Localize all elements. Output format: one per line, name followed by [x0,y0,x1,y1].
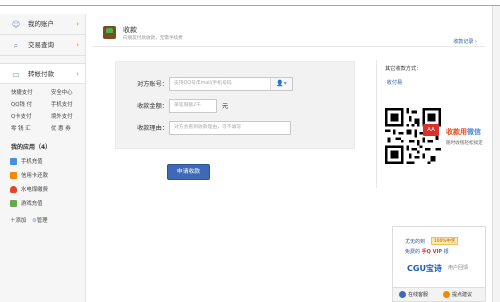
scrollbar[interactable] [492,6,500,302]
amount-label: 收款金额： [137,103,168,110]
feedback-label: 提点建议 [452,292,473,298]
lightbulb-icon [443,291,450,298]
sub-links: 快捷支付 安全中心 QQ钱 付 手机支付 Q卡支付 境外支付 零 钱 汇 优 惠… [0,84,85,132]
link-overseas-pay[interactable]: 境外支付 [51,112,91,120]
sidebar-item-my-account[interactable]: ☺ 我的账户 › [0,14,85,35]
divider [376,60,377,188]
top-bar [0,0,500,6]
collection-form: 对方账号： 支持QQ号/Email/手机号码 👤▾ 收款金额： 单笔限额2千 元… [115,61,355,149]
amount-input[interactable]: 单笔限额2千 [169,99,217,113]
promo-line-2-vip: 手Q VIP [421,249,442,255]
promo-line-2-a: 免费的 [405,249,421,255]
add-app-button[interactable]: ＋添加 [10,218,26,224]
card-icon: ▭ [12,70,20,79]
feedback-button[interactable]: 提点建议 [443,291,472,299]
link-security-center[interactable]: 安全中心 [51,88,91,96]
promo-logo: CGU宝诗 [407,264,442,273]
collection-records-link[interactable]: 收款记录 › [453,38,477,45]
promo-tag: 用户回馈 [448,265,469,271]
link-qq-pay[interactable]: QQ钱 付 [11,100,51,108]
promo-box: 尤无的到 100%中奖 免费的 手Q VIP 银 CGU宝诗 用户回馈 在线客服… [392,226,486,302]
wallet-icon [103,26,116,39]
account-input[interactable]: 支持QQ号/Email/手机号码 👤▾ [169,77,293,91]
headset-icon [399,291,406,298]
app-label: 游戏充值 [21,201,43,207]
aa-badge: AA [423,124,439,136]
account-label: 对方账号： [137,81,168,88]
reason-placeholder: 对方会看到收款理由，可不填写 [174,125,242,130]
link-mobile-pay[interactable]: 手机支付 [51,100,91,108]
wechat-collect-brand: 收款用微信 [446,127,481,137]
app-label: 信用卡还款 [21,173,48,179]
credit-card-icon [10,172,17,179]
link-change-remit[interactable]: 零 钱 汇 [11,124,51,132]
sidebar-item-label: 转帐付款 [28,70,54,78]
app-utility-bills[interactable]: 水电煤缴费 [0,183,85,197]
sidebar-item-transfer[interactable]: ▭ 转帐付款 › [0,63,85,84]
online-service-label: 在线客服 [408,292,429,298]
promo-badge: 100%中奖 [431,237,459,245]
promo-line-1[interactable]: 尤无的到 [405,238,425,245]
app-phone-recharge[interactable]: 手机充值 [0,155,85,169]
sidebar-item-transactions[interactable]: ⌕ 交易查询 › [0,35,85,56]
online-service-button[interactable]: 在线客服 [399,291,428,299]
amount-unit: 元 [222,103,229,110]
chevron-right-icon: › [76,70,79,78]
my-apps-title: 我的应用（4） [11,144,52,151]
shoufuyi-link[interactable]: ·收付易 [385,79,402,86]
app-game-recharge[interactable]: 游戏充值 [0,197,85,211]
page-subtitle: 向朋友付款收款，无需手续费 [123,36,183,41]
gamepad-icon [10,200,17,207]
sidebar-item-label: 我的账户 [28,20,54,28]
search-icon: ⌕ [13,41,19,50]
app-credit-card-repay[interactable]: 信用卡还款 [0,169,85,183]
sidebar: ☺ 我的账户 › ⌕ 交易查询 › ▭ 转帐付款 › 快捷支付 安全中心 QQ钱… [0,14,86,302]
chevron-right-icon: › [76,20,79,28]
manage-apps-button[interactable]: 管理 [37,218,48,224]
page-title: 收款 [123,26,137,34]
apps-actions: ＋添加 ⚙管理 [0,211,85,224]
brand-text-b: 微信 [467,128,481,136]
promo-line-2-c: 银 [443,249,449,255]
other-methods-title: 其它收款方式： [385,66,422,72]
app-label: 水电煤缴费 [21,187,48,193]
wechat-collect-desc: 随时收钱轻松搞定 [446,141,483,146]
link-qcard-pay[interactable]: Q卡支付 [11,112,51,120]
qr-code [385,108,441,164]
reason-label: 收款理由： [137,125,168,132]
user-icon: ☺ [11,20,21,29]
flame-icon [10,186,17,193]
amount-placeholder: 单笔限额2千 [174,103,202,108]
chevron-right-icon: › [76,41,79,49]
apply-collection-button[interactable]: 申请收款 [167,164,210,180]
account-placeholder: 支持QQ号/Email/手机号码 [174,81,232,86]
contact-picker-icon[interactable]: 👤▾ [270,78,292,90]
promo-footer: 在线客服 提点建议 [393,287,485,301]
sidebar-item-label: 交易查询 [28,41,54,49]
link-coupons[interactable]: 优 惠 券 [51,124,91,132]
brand-text-a: 收款用 [446,128,467,136]
phone-icon [10,158,17,165]
link-quick-pay[interactable]: 快捷支付 [11,88,51,96]
app-label: 手机充值 [21,159,43,165]
promo-line-2[interactable]: 免费的 手Q VIP 银 [405,248,449,255]
page-header: 收款 向朋友付款收款，无需手续费 收款记录 › [92,21,485,47]
reason-input[interactable]: 对方会看到收款理由，可不填写 [169,121,291,135]
